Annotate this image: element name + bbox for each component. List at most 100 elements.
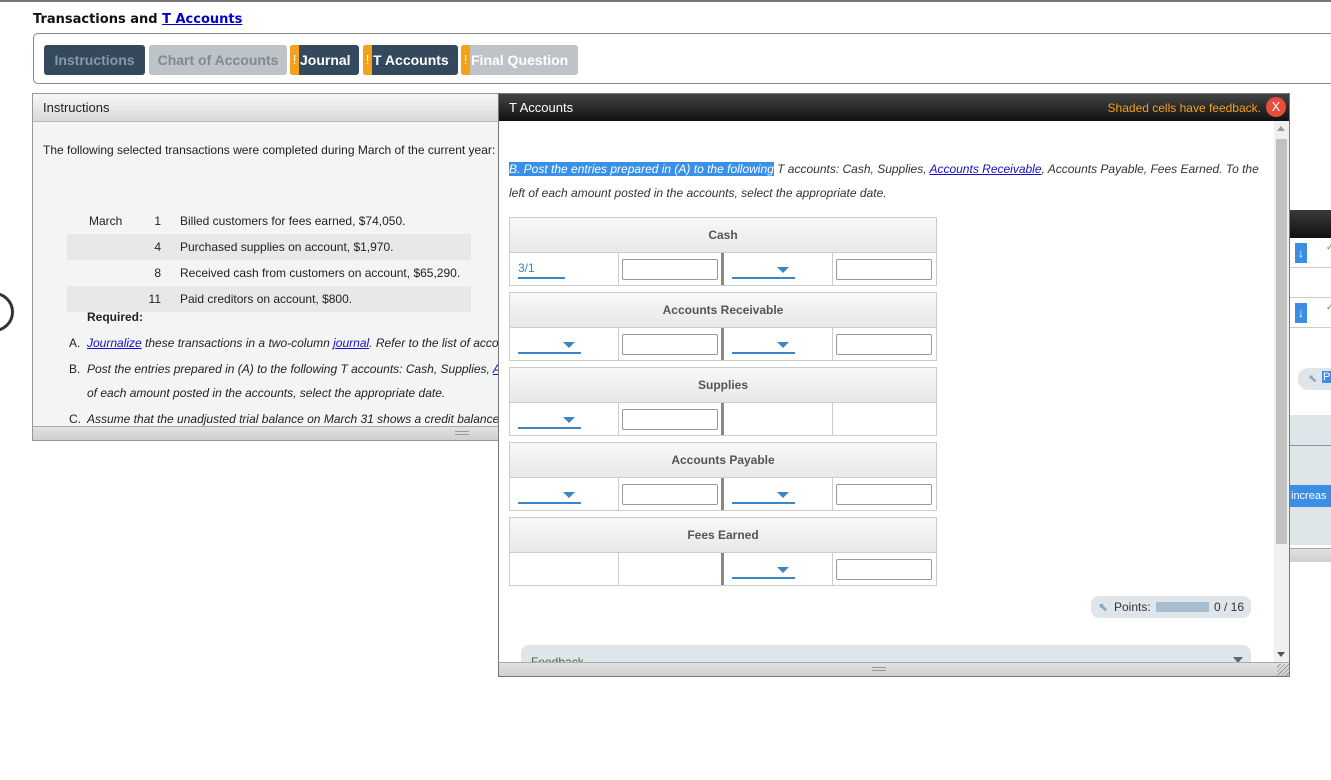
background-feedback: increas: [1288, 415, 1331, 545]
instructions-panel: Instructions The following selected tran…: [32, 93, 500, 441]
requirement-a-text-2: . Refer to the list of acco: [369, 336, 499, 350]
t-account-cash: Cash 3/1: [509, 217, 937, 286]
debit-date-select[interactable]: [518, 411, 581, 429]
requirement-c-label: C.: [69, 412, 81, 426]
t-account-row: [510, 403, 936, 435]
tab-instructions[interactable]: Instructions: [44, 45, 145, 75]
dropdown-caret-icon: [777, 492, 789, 498]
t-accounts-resize-bar[interactable]: [499, 662, 1289, 676]
t-accounts-panel-title: T Accounts: [509, 100, 574, 115]
t-accounts-instruction: B. Post the entries prepared in (A) to t…: [509, 157, 1269, 205]
credit-date-cell: [724, 553, 833, 585]
instructions-resize-bar[interactable]: [33, 426, 499, 440]
close-button[interactable]: X: [1266, 97, 1286, 117]
credit-date-cell-empty: [724, 403, 833, 435]
divider: [1288, 445, 1331, 446]
credit-date-select[interactable]: [732, 561, 795, 579]
debit-amount-input[interactable]: [622, 409, 718, 430]
credit-amount-input[interactable]: [836, 259, 932, 280]
t-account-title: Fees Earned: [510, 518, 936, 553]
points-label: Points:: [1114, 600, 1151, 614]
transaction-day: 11: [148, 292, 161, 306]
t-account-row: 3/1: [510, 253, 936, 285]
grip-icon: [872, 667, 886, 671]
page-title: Transactions and T Accounts: [33, 12, 242, 27]
scrollbar-thumb[interactable]: [1276, 139, 1287, 544]
debit-date-cell: [510, 403, 619, 435]
transaction-row: 4 Purchased supplies on account, $1,970.: [67, 234, 471, 260]
instructions-panel-header[interactable]: Instructions: [33, 94, 499, 122]
feedback-section[interactable]: Feedback: [521, 645, 1251, 662]
transaction-row: 8 Received cash from customers on accoun…: [67, 260, 471, 286]
transaction-day: 1: [154, 214, 161, 228]
credit-date-cell: [724, 478, 833, 510]
debit-date-cell: [510, 328, 619, 360]
intro-text: The following selected transactions were…: [43, 143, 496, 157]
instructions-panel-body: The following selected transactions were…: [33, 122, 499, 426]
credit-amount-input[interactable]: [836, 334, 932, 355]
transaction-day: 4: [154, 240, 161, 254]
credit-amount-input[interactable]: [836, 559, 932, 580]
background-row: ↓ ✓: [1288, 298, 1331, 328]
t-account-accounts-payable: Accounts Payable: [509, 442, 937, 511]
t-accounts-panel-body: B. Post the entries prepared in (A) to t…: [499, 121, 1274, 662]
page-title-link[interactable]: T Accounts: [162, 12, 242, 27]
t-accounts-panel-header[interactable]: T Accounts Shaded cells have feedback. X: [499, 94, 1289, 121]
debit-amount-input[interactable]: [622, 484, 718, 505]
credit-date-select[interactable]: [732, 261, 795, 279]
credit-amount-cell-empty: [833, 403, 936, 435]
points-arrow-icon: ⬉: [1098, 600, 1109, 614]
resize-handle-icon[interactable]: [1277, 664, 1289, 676]
requirement-c: C. Assume that the unadjusted trial balan…: [69, 412, 499, 426]
debit-date-select[interactable]: [518, 336, 581, 354]
arrow-down-icon[interactable]: ↓: [1295, 303, 1307, 323]
window-top-border: [0, 0, 1331, 2]
scroll-up-icon[interactable]: [1277, 126, 1285, 131]
credit-date-select[interactable]: [732, 486, 795, 504]
dropdown-caret-icon: [777, 342, 789, 348]
t-account-row: [510, 553, 936, 585]
dropdown-caret-icon: [563, 342, 575, 348]
debit-amount-cell: [619, 328, 724, 360]
journalize-link[interactable]: Journalize: [87, 336, 142, 350]
journal-link[interactable]: journal: [333, 336, 369, 350]
tab-journal[interactable]: ! Journal: [290, 45, 359, 75]
credit-amount-input[interactable]: [836, 484, 932, 505]
vertical-scrollbar[interactable]: [1274, 121, 1289, 662]
credit-amount-cell: [833, 328, 936, 360]
feedback-label: Feedback: [531, 655, 584, 662]
background-row: ↓ ✓: [1288, 238, 1331, 268]
transaction-text: Billed customers for fees earned, $74,05…: [180, 214, 406, 228]
debit-date-select[interactable]: 3/1: [518, 261, 565, 279]
accounts-receivable-link[interactable]: Accounts Receivable: [929, 162, 1041, 176]
credit-date-cell: [724, 253, 833, 285]
transaction-text: Purchased supplies on account, $1,970.: [180, 240, 394, 254]
tab-t-accounts-label: T Accounts: [373, 52, 449, 68]
points-value: 0 / 16: [1214, 600, 1245, 614]
credit-amount-cell: [833, 253, 936, 285]
tab-chart-of-accounts-label: Chart of Accounts: [157, 52, 279, 68]
debit-amount-cell-empty: [619, 553, 724, 585]
page-title-text: Transactions and: [33, 12, 158, 27]
scroll-down-icon[interactable]: [1277, 652, 1285, 657]
tab-chart-of-accounts[interactable]: Chart of Accounts: [149, 45, 287, 75]
tab-t-accounts[interactable]: ! T Accounts: [363, 45, 458, 75]
background-panel: ↓ ✓ ↓ ✓ ⬉ P increas: [1288, 210, 1331, 562]
debit-amount-input[interactable]: [622, 334, 718, 355]
grip-icon: [455, 431, 469, 435]
arrow-down-icon[interactable]: ↓: [1295, 243, 1307, 263]
t-accounts-panel: T Accounts Shaded cells have feedback. X…: [498, 93, 1290, 677]
tab-instructions-label: Instructions: [54, 52, 135, 68]
warning-flag-icon: !: [290, 45, 299, 75]
tab-final-question[interactable]: ! Final Question: [461, 45, 578, 75]
instruction-text: T accounts: Cash, Supplies,: [773, 162, 930, 176]
credit-date-select[interactable]: [732, 336, 795, 354]
requirement-a-label: A.: [69, 336, 81, 350]
debit-amount-cell: [619, 403, 724, 435]
debit-date-select[interactable]: [518, 486, 581, 504]
t-account-title: Cash: [510, 218, 936, 253]
required-heading: Required:: [87, 310, 144, 324]
circle-shape-icon: [0, 292, 14, 332]
background-resize-bar[interactable]: [1288, 548, 1331, 562]
debit-amount-input[interactable]: [622, 259, 718, 280]
